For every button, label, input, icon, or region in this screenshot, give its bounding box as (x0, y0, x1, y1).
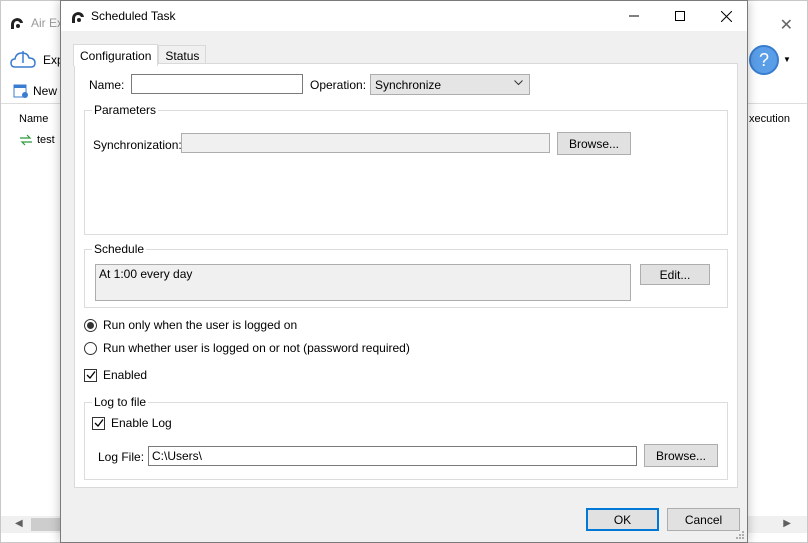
log-file-browse-button[interactable]: Browse... (644, 444, 718, 467)
maximize-icon (675, 11, 685, 21)
background-list-item[interactable]: test (19, 134, 55, 146)
new-task-icon (13, 84, 28, 98)
scroll-left-icon[interactable]: ◀ (15, 518, 23, 529)
background-close-icon[interactable]: ✕ (780, 15, 793, 35)
background-list-item-label: test (37, 134, 55, 146)
log-group: Log to file Enable Log Log File: C:\User… (84, 395, 728, 480)
cancel-button[interactable]: Cancel (667, 508, 740, 531)
log-group-title: Log to file (92, 395, 149, 409)
schedule-edit-button[interactable]: Edit... (640, 264, 710, 285)
chevron-down-icon (514, 80, 523, 86)
radio-selected-dot (87, 321, 94, 329)
name-input[interactable] (131, 74, 303, 94)
resize-grip-icon[interactable] (735, 530, 745, 540)
cloud-upload-icon (10, 51, 36, 68)
enable-log-label: Enable Log (111, 416, 172, 430)
synchronization-label: Synchronization: (93, 138, 182, 152)
help-icon[interactable]: ? (749, 45, 779, 75)
background-app-title: Air Ex (9, 15, 63, 31)
background-explore-button[interactable]: Exp (9, 45, 64, 75)
minimize-button[interactable] (611, 1, 657, 31)
parameters-group-title: Parameters (92, 103, 159, 117)
run-always-radio[interactable] (84, 341, 97, 355)
background-column-execution[interactable]: xecution (749, 113, 790, 125)
run-logged-on-radio[interactable] (84, 318, 97, 332)
minimize-icon (629, 15, 639, 17)
run-logged-on-option[interactable]: Run only when the user is logged on (84, 318, 297, 332)
run-logged-on-label: Run only when the user is logged on (103, 318, 298, 332)
operation-select-value: Synchronize (375, 78, 442, 92)
configuration-panel: Name: Operation: Synchronize Parameters … (74, 63, 738, 488)
help-dropdown-icon[interactable]: ▼ (783, 55, 791, 64)
schedule-group: Schedule At 1:00 every day Edit... (84, 242, 728, 308)
schedule-summary: At 1:00 every day (95, 264, 631, 301)
app-logo-icon (72, 12, 84, 23)
dialog-titlebar[interactable]: Scheduled Task (61, 1, 747, 31)
app-logo-icon (11, 18, 23, 29)
synchronization-browse-button[interactable]: Browse... (557, 132, 631, 155)
enabled-option[interactable]: Enabled (84, 368, 147, 382)
tab-strip: Configuration Status (73, 43, 207, 66)
schedule-group-title: Schedule (92, 242, 147, 256)
checkmark-icon (86, 371, 96, 379)
log-file-input[interactable]: C:\Users\ (148, 446, 637, 466)
background-app-title-text: Air Ex (31, 16, 64, 30)
enabled-checkbox[interactable] (84, 368, 97, 382)
scheduled-task-dialog: Scheduled Task Configuration Status Name… (60, 0, 748, 543)
operation-select[interactable]: Synchronize (370, 74, 530, 95)
close-button[interactable] (703, 1, 749, 31)
ok-button[interactable]: OK (586, 508, 659, 531)
run-always-option[interactable]: Run whether user is logged on or not (pa… (84, 341, 410, 355)
name-label: Name: (89, 78, 125, 92)
scroll-right-icon[interactable]: ▶ (783, 518, 791, 529)
operation-label: Operation: (310, 78, 367, 92)
enable-log-checkbox[interactable] (92, 416, 105, 430)
enable-log-option[interactable]: Enable Log (92, 416, 172, 430)
checkmark-icon (94, 419, 104, 427)
log-file-label: Log File: (98, 450, 145, 464)
maximize-button[interactable] (657, 1, 703, 31)
close-icon (720, 10, 732, 22)
dialog-title: Scheduled Task (91, 9, 176, 23)
parameters-group: Parameters Synchronization: Browse... (84, 103, 728, 235)
sync-arrows-icon (20, 134, 32, 146)
tab-status[interactable]: Status (158, 45, 207, 65)
synchronization-input[interactable] (181, 133, 550, 153)
tab-configuration[interactable]: Configuration (73, 44, 159, 66)
enabled-label: Enabled (103, 368, 148, 382)
background-column-name[interactable]: Name (19, 113, 48, 125)
run-always-label: Run whether user is logged on or not (pa… (103, 341, 410, 355)
